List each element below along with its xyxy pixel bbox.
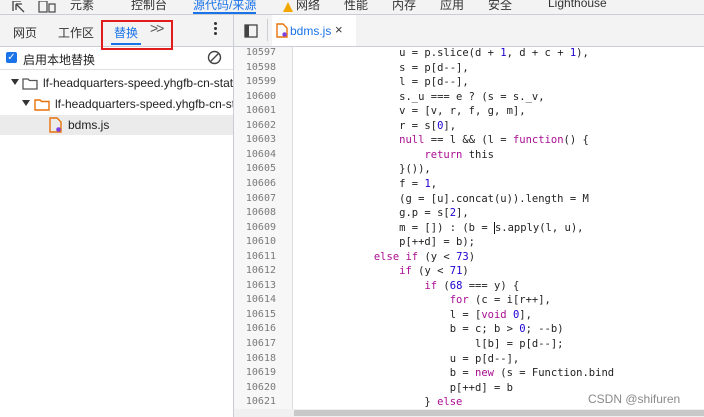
tab-divider <box>267 19 268 41</box>
line-number[interactable]: 10608 <box>234 207 276 218</box>
line-number[interactable]: 10616 <box>234 323 276 334</box>
code-line: (g = [u].concat(u)).length = M <box>298 192 589 205</box>
watermark: CSDN @shifuren <box>588 392 681 406</box>
line-number[interactable]: 10598 <box>234 62 276 73</box>
enable-overrides-checkbox[interactable]: ✓ <box>6 52 17 63</box>
code-line: s._u === e ? (s = s._v, <box>298 90 545 103</box>
tree-item-folder[interactable]: lf-headquarters-speed.yhgfb-cn-static.by… <box>0 94 233 114</box>
line-number[interactable]: 10607 <box>234 193 276 204</box>
device-toolbar-icon[interactable] <box>38 0 56 14</box>
line-number[interactable]: 10609 <box>234 222 276 233</box>
line-number[interactable]: 10621 <box>234 396 276 407</box>
code-line: p[++d] = b <box>298 381 513 394</box>
tree-item-label: bdms.js <box>68 118 110 132</box>
code-line: l[b] = p[d--]; <box>298 338 564 350</box>
line-number[interactable]: 10606 <box>234 178 276 189</box>
line-number[interactable]: 10602 <box>234 120 276 131</box>
file-icon <box>49 117 62 135</box>
tab-workspace[interactable]: 工作区 <box>58 24 94 41</box>
code-line: v = [v, r, f, g, m], <box>298 105 526 118</box>
line-number[interactable]: 10617 <box>234 338 276 349</box>
folder-icon <box>22 77 38 93</box>
code-line: b = new (s = Function.bind <box>298 367 615 380</box>
code-line: u = p[d--], <box>298 352 520 365</box>
line-number[interactable]: 10614 <box>234 294 276 305</box>
line-number[interactable]: 10600 <box>234 91 276 102</box>
code-line: if (68 === y) { <box>424 279 520 292</box>
tab-lighthouse[interactable]: Lighthouse <box>548 0 607 10</box>
expand-arrow-icon[interactable] <box>22 100 30 106</box>
line-number[interactable]: 10615 <box>234 309 276 320</box>
code-line: p[++d] = b); <box>298 236 476 249</box>
code-line: l = [void 0], <box>298 308 532 321</box>
network-warning-icon <box>282 0 294 14</box>
navigator-tabs: 网页 工作区 替换 >> <box>0 15 233 50</box>
code-line: } else <box>298 396 463 409</box>
tree-item-label: lf-headquarters-speed.yhgfb-cn-static.by… <box>55 97 233 111</box>
tree-item-file[interactable]: bdms.js <box>0 115 233 135</box>
code-editor[interactable]: 10597 10598 10599 10600 10601 10602 10603 10604… <box>234 47 704 417</box>
code-line: u = p.slice(d + 1, d + c + 1), <box>298 47 589 59</box>
clear-overrides-icon[interactable] <box>207 50 222 68</box>
enable-overrides-row: ✓ 启用本地替换 <box>0 47 233 70</box>
tab-page[interactable]: 网页 <box>13 24 37 41</box>
line-number[interactable]: 10620 <box>234 382 276 393</box>
inspect-element-icon[interactable] <box>12 0 26 14</box>
code-line: r = s[0], <box>298 119 457 132</box>
tab-elements[interactable]: 元素 <box>70 0 94 13</box>
line-number[interactable]: 10613 <box>234 280 276 291</box>
line-number[interactable]: 10618 <box>234 353 276 364</box>
file-tab-label: bdms.js <box>290 24 332 38</box>
tab-security[interactable]: 安全 <box>488 0 512 13</box>
code-line: else if (y < 73) <box>373 250 476 263</box>
expand-arrow-icon[interactable] <box>11 79 19 85</box>
code-line: g.p = s[2], <box>298 207 469 220</box>
code-line: m = []) : (b = s.apply(l, u), <box>298 221 584 234</box>
editor-tab-strip: bdms.js × <box>234 15 704 47</box>
line-number[interactable]: 10597 <box>234 47 276 58</box>
text-cursor <box>493 221 495 234</box>
code-line: return this <box>424 148 494 161</box>
code-line: s = p[d--], <box>298 61 469 74</box>
tab-network[interactable]: 网络 <box>296 0 320 13</box>
toggle-navigator-icon[interactable] <box>244 24 258 41</box>
devtools-toolbar: 元素 控制台 源代码/来源 网络 性能 内存 应用 安全 Lighthouse <box>0 0 704 15</box>
code-line: if (y < 71) <box>399 265 469 278</box>
scrollbar-thumb[interactable] <box>294 410 704 416</box>
line-number[interactable]: 10605 <box>234 163 276 174</box>
tab-application[interactable]: 应用 <box>440 0 464 13</box>
tab-memory[interactable]: 内存 <box>392 0 416 13</box>
code-line: f = 1, <box>298 177 438 190</box>
file-icon <box>276 23 288 41</box>
line-number[interactable]: 10601 <box>234 105 276 116</box>
code-line: null == l && (l = function() { <box>399 134 589 147</box>
line-number[interactable]: 10603 <box>234 134 276 145</box>
more-options-icon[interactable] <box>214 22 218 36</box>
code-line: l = p[d--], <box>298 76 469 89</box>
line-number[interactable]: 10611 <box>234 251 276 262</box>
line-number[interactable]: 10610 <box>234 236 276 247</box>
code-line: b = c; b > 0; --b) <box>298 323 564 336</box>
folder-icon <box>34 98 50 114</box>
line-number[interactable]: 10619 <box>234 367 276 378</box>
horizontal-scrollbar[interactable] <box>234 409 704 417</box>
file-tab-bdms[interactable]: bdms.js × <box>272 15 356 46</box>
code-line: for (c = i[r++], <box>449 294 551 307</box>
tab-performance[interactable]: 性能 <box>344 0 368 13</box>
tree-item-label: lf-headquarters-speed.yhgfb-cn-static.by… <box>43 76 233 90</box>
highlight-box <box>101 20 173 50</box>
line-number[interactable]: 10604 <box>234 149 276 160</box>
code-line: }()), <box>298 163 431 176</box>
line-number-gutter: 10597 10598 10599 10600 10601 10602 10603 10604… <box>234 47 293 409</box>
enable-overrides-label: 启用本地替换 <box>23 53 96 67</box>
line-number[interactable]: 10599 <box>234 76 276 87</box>
tree-item-folder[interactable]: lf-headquarters-speed.yhgfb-cn-static.by… <box>0 73 233 93</box>
line-number[interactable]: 10612 <box>234 265 276 276</box>
close-icon[interactable]: × <box>335 22 343 37</box>
tab-console[interactable]: 控制台 <box>131 0 167 13</box>
sources-navigator: 网页 工作区 替换 >> ✓ 启用本地替换 lf-headquarters-sp… <box>0 15 234 417</box>
tab-sources[interactable]: 源代码/来源 <box>193 0 257 14</box>
